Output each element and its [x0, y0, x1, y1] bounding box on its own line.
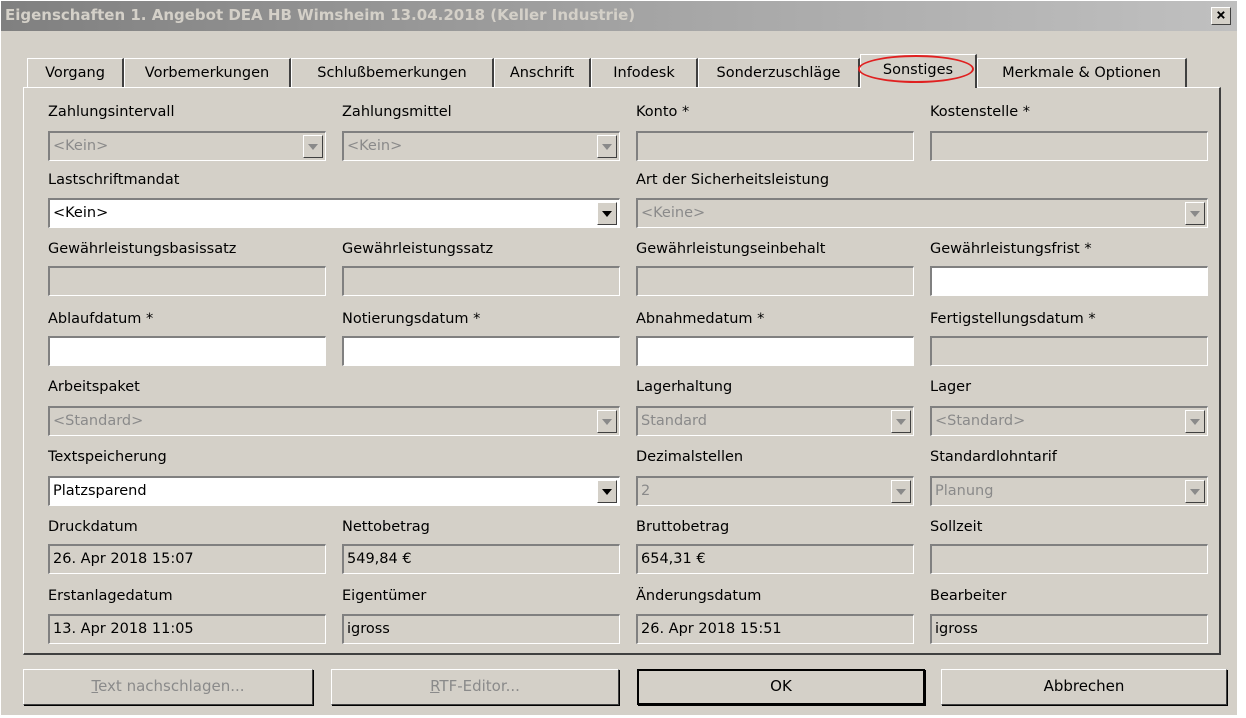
chevron-down-icon[interactable]: [597, 410, 617, 433]
textspeicherung-select[interactable]: Platzsparend: [48, 476, 620, 506]
chevron-down-icon[interactable]: [891, 410, 911, 433]
kostenstelle-label: Kostenstelle *: [930, 104, 1031, 120]
kostenstelle-field[interactable]: [930, 131, 1208, 161]
gew-satz-field[interactable]: [342, 266, 620, 296]
gew-satz-label: Gewährleistungssatz: [342, 241, 494, 257]
druckdatum-field[interactable]: 26. Apr 2018 15:07: [48, 544, 326, 574]
window-title: Eigenschaften 1. Angebot DEA HB Wimsheim…: [5, 6, 636, 24]
nettobetrag-label: Nettobetrag: [342, 519, 430, 535]
zahlungsmittel-label: Zahlungsmittel: [342, 104, 452, 120]
tab-vorbemerkungen[interactable]: Vorbemerkungen: [124, 58, 291, 88]
arbeitspaket-value: <Standard>: [53, 413, 144, 429]
eigentuemer-label: Eigentümer: [342, 588, 427, 604]
text-nachschlagen-label: ext nachschlagen...: [98, 677, 245, 695]
gew-einbehalt-field[interactable]: [636, 266, 914, 296]
gew-basissatz-field[interactable]: [48, 266, 326, 296]
title-bar: Eigenschaften 1. Angebot DEA HB Wimsheim…: [1, 1, 1237, 31]
textspeicherung-label: Textspeicherung: [48, 449, 167, 465]
konto-label: Konto *: [636, 104, 690, 120]
zahlungsintervall-label: Zahlungsintervall: [48, 104, 175, 120]
aenderungsdatum-label: Änderungsdatum: [636, 588, 762, 604]
close-button[interactable]: ×: [1211, 7, 1231, 25]
textspeicherung-value: Platzsparend: [53, 483, 147, 499]
chevron-down-icon[interactable]: [303, 135, 323, 158]
gew-frist-label: Gewährleistungsfrist *: [930, 241, 1092, 257]
dezimalstellen-select[interactable]: 2: [636, 476, 914, 506]
lastschriftmandat-select[interactable]: <Kein>: [48, 198, 620, 228]
tab-sonstiges[interactable]: Sonstiges: [860, 54, 977, 88]
lager-value: <Standard>: [935, 413, 1026, 429]
tab-anschrift[interactable]: Anschrift: [494, 58, 591, 88]
ok-button[interactable]: OK: [637, 669, 925, 705]
tab-infodesk[interactable]: Infodesk: [591, 58, 698, 88]
lagerhaltung-value: Standard: [641, 413, 707, 429]
lager-label: Lager: [930, 379, 972, 395]
zahlungsmittel-select[interactable]: <Kein>: [342, 131, 620, 161]
sollzeit-label: Sollzeit: [930, 519, 983, 535]
text-nachschlagen-button[interactable]: Text nachschlagen...: [23, 669, 313, 705]
abnahmedatum-label: Abnahmedatum *: [636, 311, 765, 327]
sicherheitsleistung-select[interactable]: <Keine>: [636, 198, 1208, 228]
chevron-down-icon[interactable]: [597, 480, 617, 503]
tab-sonderzuschlaege[interactable]: Sonderzuschläge: [698, 58, 860, 88]
chevron-down-icon[interactable]: [597, 135, 617, 158]
chevron-down-icon[interactable]: [1185, 202, 1205, 225]
lager-select[interactable]: <Standard>: [930, 406, 1208, 436]
bruttobetrag-field[interactable]: 654,31 €: [636, 544, 914, 574]
standardlohntarif-value: Planung: [935, 483, 994, 499]
sicherheitsleistung-label: Art der Sicherheitsleistung: [636, 172, 830, 188]
zahlungsintervall-value: <Kein>: [53, 138, 109, 154]
rtf-editor-mnemonic: R: [430, 677, 440, 695]
standardlohntarif-select[interactable]: Planung: [930, 476, 1208, 506]
tab-vorgang[interactable]: Vorgang: [27, 58, 124, 88]
gew-einbehalt-label: Gewährleistungseinbehalt: [636, 241, 826, 257]
erstanlagedatum-field[interactable]: 13. Apr 2018 11:05: [48, 614, 326, 644]
lagerhaltung-label: Lagerhaltung: [636, 379, 733, 395]
abbrechen-button[interactable]: Abbrechen: [941, 669, 1227, 705]
bearbeiter-label: Bearbeiter: [930, 588, 1007, 604]
bruttobetrag-label: Bruttobetrag: [636, 519, 730, 535]
druckdatum-label: Druckdatum: [48, 519, 138, 535]
chevron-down-icon[interactable]: [597, 202, 617, 225]
ablaufdatum-field[interactable]: [48, 336, 326, 366]
lastschriftmandat-label: Lastschriftmandat: [48, 172, 180, 188]
sicherheitsleistung-value: <Keine>: [641, 205, 706, 221]
abnahmedatum-field[interactable]: [636, 336, 914, 366]
zahlungsintervall-select[interactable]: <Kein>: [48, 131, 326, 161]
lagerhaltung-select[interactable]: Standard: [636, 406, 914, 436]
tab-schlussbemerkungen[interactable]: Schlußbemerkungen: [291, 58, 494, 88]
notierungsdatum-label: Notierungsdatum *: [342, 311, 481, 327]
erstanlagedatum-label: Erstanlagedatum: [48, 588, 173, 604]
dezimalstellen-label: Dezimalstellen: [636, 449, 744, 465]
notierungsdatum-field[interactable]: [342, 336, 620, 366]
eigentuemer-field[interactable]: igross: [342, 614, 620, 644]
tab-merkmale-optionen[interactable]: Merkmale & Optionen: [977, 58, 1187, 88]
chevron-down-icon[interactable]: [1185, 410, 1205, 433]
lastschriftmandat-value: <Kein>: [53, 205, 109, 221]
gew-frist-field[interactable]: [930, 266, 1208, 296]
arbeitspaket-label: Arbeitspaket: [48, 379, 140, 395]
aenderungsdatum-field[interactable]: 26. Apr 2018 15:51: [636, 614, 914, 644]
fertigstellungsdatum-label: Fertigstellungsdatum *: [930, 311, 1096, 327]
nettobetrag-field[interactable]: 549,84 €: [342, 544, 620, 574]
rtf-editor-label: TF-Editor...: [439, 677, 520, 695]
ablaufdatum-label: Ablaufdatum *: [48, 311, 154, 327]
rtf-editor-button[interactable]: RTF-Editor...: [331, 669, 619, 705]
close-icon: ×: [1216, 5, 1226, 24]
gew-basissatz-label: Gewährleistungsbasissatz: [48, 241, 237, 257]
fertigstellungsdatum-field[interactable]: [930, 336, 1208, 366]
sollzeit-field[interactable]: [930, 544, 1208, 574]
chevron-down-icon[interactable]: [1185, 480, 1205, 503]
arbeitspaket-select[interactable]: <Standard>: [48, 406, 620, 436]
konto-field[interactable]: [636, 131, 914, 161]
dezimalstellen-value: 2: [641, 483, 651, 499]
properties-dialog: Eigenschaften 1. Angebot DEA HB Wimsheim…: [0, 0, 1238, 716]
bearbeiter-field[interactable]: igross: [930, 614, 1208, 644]
zahlungsmittel-value: <Kein>: [347, 138, 403, 154]
standardlohntarif-label: Standardlohntarif: [930, 449, 1057, 465]
chevron-down-icon[interactable]: [891, 480, 911, 503]
